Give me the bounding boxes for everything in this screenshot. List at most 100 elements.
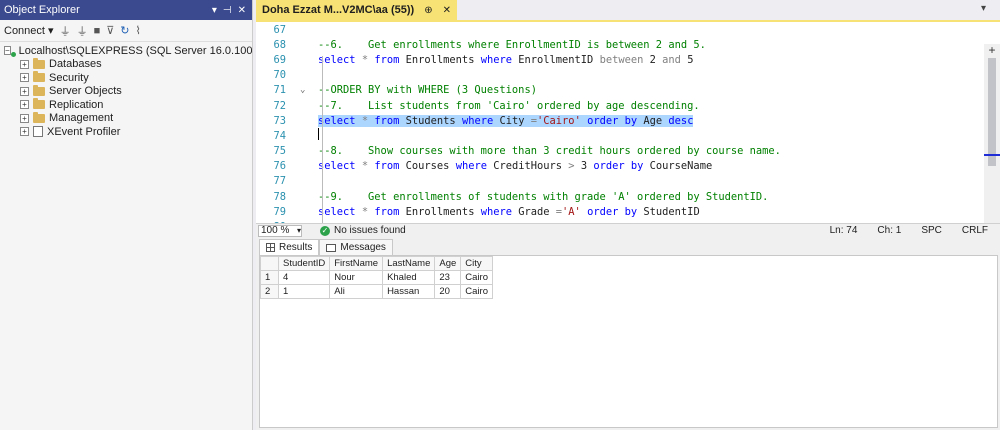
expand-icon[interactable]: +: [20, 73, 29, 83]
grid-cell[interactable]: Cairo: [460, 270, 493, 285]
grid-cell[interactable]: 20: [434, 284, 462, 299]
cursor-position: Ln: 74 Ch: 1 SPC CRLF: [830, 225, 988, 236]
connect-icon[interactable]: ⏚: [60, 23, 71, 39]
vertical-scrollbar[interactable]: [984, 44, 1000, 223]
code-line[interactable]: 73 select * from Students where City ='Ca…: [256, 113, 1000, 128]
code-token: Grade: [511, 205, 556, 218]
close-tab-icon[interactable]: ✕: [443, 5, 451, 16]
line-number-gutter: 77: [273, 175, 286, 188]
issues-indicator[interactable]: ✓ No issues found: [320, 225, 406, 236]
editor-status-bar: 100 % ▾ ✓ No issues found Ln: 74 Ch: 1 S…: [256, 223, 1000, 237]
grid-header-studentid[interactable]: StudentID: [277, 256, 331, 271]
pin-icon[interactable]: ⊣: [223, 5, 232, 16]
expand-icon[interactable]: +: [20, 127, 29, 137]
results-pane: Results Messages StudentID FirstName Las…: [256, 237, 1000, 430]
split-editor-icon[interactable]: +: [984, 44, 1000, 58]
line-ending: CRLF: [961, 225, 988, 236]
code-text: select * from Students where City ='Cair…: [318, 114, 694, 127]
grid-header-lastname[interactable]: LastName: [382, 256, 436, 271]
code-line[interactable]: 68 --6. Get enrollments where EnrollmentI…: [256, 37, 1000, 52]
grid-cell[interactable]: Cairo: [460, 284, 493, 299]
tab-messages[interactable]: Messages: [319, 239, 393, 255]
expand-icon[interactable]: +: [20, 86, 29, 96]
stop-icon[interactable]: ■: [94, 25, 101, 37]
issues-text: No issues found: [334, 225, 406, 236]
grid-header-city[interactable]: City: [460, 256, 493, 271]
code-token: 'A': [562, 205, 581, 218]
fold-guide: [322, 56, 323, 223]
chevron-down-icon: ▾: [296, 226, 301, 235]
collapse-icon[interactable]: −: [4, 46, 11, 56]
code-text: select * from Enrollments where Enrollme…: [318, 54, 693, 66]
code-line[interactable]: 72 --7. List students from 'Cairo' ordere…: [256, 98, 1000, 113]
refresh-icon[interactable]: ↻: [120, 24, 129, 37]
line-number-gutter: 74: [273, 129, 286, 142]
disconnect-icon[interactable]: ⏚: [77, 23, 88, 39]
tab-label: Doha Ezzat M...V2MC\aa (55)): [262, 4, 415, 16]
tree-node-databases[interactable]: + Databases: [0, 57, 252, 72]
scrollbar-thumb[interactable]: [988, 56, 996, 166]
code-token: select: [318, 160, 356, 173]
code-line[interactable]: 78 --9. Get enrollments of students with …: [256, 189, 1000, 204]
code-line[interactable]: 70: [256, 68, 1000, 83]
activity-icon[interactable]: ⌇: [136, 24, 141, 37]
close-icon[interactable]: ✕: [238, 5, 246, 16]
grid-cell[interactable]: 23: [434, 270, 462, 285]
tab-overflow-icon[interactable]: ▾: [981, 3, 986, 14]
tab-messages-label: Messages: [340, 242, 386, 253]
row-number[interactable]: 1: [260, 270, 279, 285]
code-line[interactable]: 76 select * from Courses where CreditHour…: [256, 159, 1000, 174]
xevent-profiler-icon: [33, 126, 43, 138]
grid-cell[interactable]: 4: [277, 270, 331, 285]
tree-node-label: Replication: [49, 98, 104, 111]
table-row[interactable]: 2 1 Ali Hassan 20 Cairo: [260, 284, 493, 299]
column-number: Ch: 1: [877, 225, 902, 236]
results-grid-pane: StudentID FirstName LastName Age City 1 …: [259, 255, 998, 428]
zoom-dropdown[interactable]: 100 % ▾: [258, 224, 302, 237]
folder-icon: [33, 84, 45, 96]
code-line[interactable]: 79 select * from Enrollments where Grade …: [256, 204, 1000, 219]
filter-icon[interactable]: ⊽: [106, 24, 114, 37]
row-number[interactable]: 2: [260, 284, 279, 299]
connect-button[interactable]: Connect ▾: [4, 24, 54, 37]
code-token: --6. Get enrollments where EnrollmentID …: [318, 38, 706, 51]
tree-node-label: Security: [49, 71, 89, 84]
tab-query[interactable]: Doha Ezzat M...V2MC\aa (55)) ⊕ ✕: [256, 0, 457, 20]
tree-node-security[interactable]: + Security: [0, 71, 252, 85]
tree-node-replication[interactable]: + Replication: [0, 98, 252, 112]
code-text: select * from Courses where CreditHours …: [318, 160, 712, 172]
code-token: order by: [587, 205, 638, 218]
tree-node-xevent-profiler[interactable]: + XEvent Profiler: [0, 125, 252, 139]
tree-node-server[interactable]: − Localhost\SQLEXPRESS (SQL Server 16.0.…: [0, 44, 252, 58]
code-line[interactable]: 67: [256, 22, 1000, 37]
expand-icon[interactable]: +: [20, 100, 29, 110]
code-editor[interactable]: 67 68 --6. Get enrollments where Enrollmen…: [256, 20, 1000, 223]
grid-header-firstname[interactable]: FirstName: [329, 256, 384, 271]
expand-icon[interactable]: +: [20, 59, 29, 69]
code-line[interactable]: 74: [256, 128, 1000, 143]
grid-cell[interactable]: Ali: [329, 284, 384, 299]
table-row[interactable]: 1 4 Nour Khaled 23 Cairo: [260, 270, 493, 285]
fold-toggle-icon[interactable]: ⌄: [300, 85, 318, 95]
grid-header-age[interactable]: Age: [434, 256, 462, 271]
code-token: where: [480, 53, 512, 66]
object-explorer-tree: − Localhost\SQLEXPRESS (SQL Server 16.0.…: [0, 42, 252, 139]
grid-cell[interactable]: Nour: [329, 270, 384, 285]
expand-icon[interactable]: +: [20, 113, 29, 123]
code-line[interactable]: 71 ⌄ --ORDER BY with WHERE (3 Questions): [256, 83, 1000, 98]
code-line[interactable]: 77: [256, 174, 1000, 189]
grid-cell[interactable]: Khaled: [382, 270, 436, 285]
tree-node-server-objects[interactable]: + Server Objects: [0, 84, 252, 99]
tab-results[interactable]: Results: [259, 239, 320, 255]
grid-cell[interactable]: Hassan: [382, 284, 436, 299]
code-line[interactable]: 75 --8. Show courses with more than 3 cre…: [256, 144, 1000, 159]
dropdown-icon[interactable]: ▾: [212, 5, 217, 16]
code-token: --9. Get enrollments of students with gr…: [318, 190, 769, 203]
pin-icon[interactable]: ⊕: [424, 5, 432, 16]
code-token: select: [318, 205, 356, 218]
grid-cell[interactable]: 1: [277, 284, 331, 299]
code-lines: 67 68 --6. Get enrollments where Enrollmen…: [256, 22, 1000, 223]
tree-node-management[interactable]: + Management: [0, 111, 252, 126]
code-line[interactable]: 69 select * from Enrollments where Enroll…: [256, 52, 1000, 67]
code-token: 5: [680, 53, 694, 66]
